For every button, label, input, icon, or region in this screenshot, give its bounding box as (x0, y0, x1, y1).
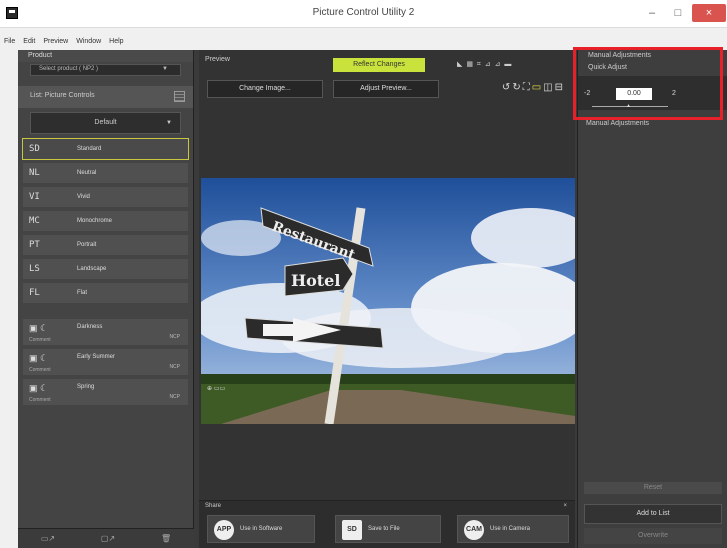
list-item-label: Neutral (77, 170, 97, 176)
custom-control-icon: ▣ ☾ (29, 383, 49, 393)
svg-text:⊕ ▭▭: ⊕ ▭▭ (207, 385, 225, 392)
share-close-icon[interactable]: × (563, 503, 567, 509)
list-item-label: Flat (77, 290, 88, 296)
preview-photo: Restaurant Hotel ⊕ ▭▭ (201, 178, 575, 424)
list-header: List: Picture Controls (18, 86, 193, 108)
custom-control-icon: ▣ ☾ (29, 353, 49, 363)
preview-panel: Preview Reflect Changes ◣ ▦ ⌗ ⊿ ⊿ ▬ Chan… (199, 50, 575, 548)
window-title: Picture Control Utility 2 (312, 7, 415, 18)
single-view-icon[interactable]: ▭ (532, 82, 543, 93)
save-to-file-button[interactable]: SD Save to File (335, 515, 441, 543)
list-item-label: Portrait (77, 242, 97, 248)
preview-toolbar: Change Image... Adjust Preview... ↺↻⛶▭◫⊟ (205, 80, 569, 98)
custom-control-darkness[interactable]: ▣ ☾ Comment Darkness NCP (22, 318, 189, 346)
left-footer: ▭↗ ▢↗ 🗑 (18, 528, 194, 548)
button-label: Use in Camera (490, 526, 531, 532)
vivid-icon: VI (29, 192, 40, 202)
sd-card-icon: SD (342, 520, 362, 540)
reset-button[interactable]: Reset (584, 482, 722, 494)
landscape-icon: LS (29, 264, 40, 274)
highlight-box (573, 47, 723, 120)
rotate-left-icon[interactable]: ↺ (502, 82, 512, 93)
custom-comment: Comment (29, 397, 51, 403)
use-in-camera-button[interactable]: CAM Use in Camera (457, 515, 569, 543)
picture-control-flat[interactable]: FL Flat (22, 282, 189, 304)
fit-icon[interactable]: ⛶ (523, 82, 532, 93)
menu-bar: File Edit Preview Window Help (0, 38, 200, 50)
share-label: Share (205, 503, 222, 509)
custom-comment: Comment (29, 337, 51, 343)
picture-control-landscape[interactable]: LS Landscape (22, 258, 189, 280)
maximize-button[interactable]: □ (666, 4, 690, 22)
picture-control-neutral[interactable]: NL Neutral (22, 162, 189, 184)
product-select-value: Select product ( NP2 ) (39, 66, 99, 72)
product-select[interactable]: Select product ( NP2 ) ▼ (30, 64, 181, 76)
view-mode-icons: ↺↻⛶▭◫⊟ (502, 82, 565, 93)
manual-adjustments-section[interactable]: Manual Adjustments (578, 120, 649, 127)
share-bar: Share × APP Use in Software SD Save to F… (199, 500, 575, 548)
split-view-icon[interactable]: ◫ (543, 82, 554, 93)
picture-control-standard[interactable]: SD Standard (22, 138, 189, 160)
add-to-list-button[interactable]: Add to List (584, 504, 722, 524)
default-select[interactable]: Default ▼ (30, 112, 181, 134)
menu-preview[interactable]: Preview (43, 38, 68, 50)
adjustments-panel: Manual Adjustments Quick Adjust -2 0.00 … (577, 50, 727, 548)
portrait-icon: PT (29, 240, 40, 250)
ncp-badge: NCP (169, 364, 180, 370)
adjust-preview-button[interactable]: Adjust Preview... (333, 80, 439, 98)
ncp-badge: NCP (169, 334, 180, 340)
copy-icon[interactable]: ▢↗ (101, 534, 115, 543)
list-item-label: Spring (77, 384, 95, 390)
title-bar: Picture Control Utility 2 – □ × (0, 0, 727, 28)
flat-icon: FL (29, 288, 40, 298)
monochrome-icon: MC (29, 216, 40, 226)
button-label: Use in Software (240, 526, 283, 532)
preview-header: Preview Reflect Changes ◣ ▦ ⌗ ⊿ ⊿ ▬ (199, 50, 575, 72)
menu-window[interactable]: Window (76, 38, 101, 50)
compare-view-icon[interactable]: ⊟ (555, 82, 565, 93)
custom-comment: Comment (29, 367, 51, 373)
close-button[interactable]: × (692, 4, 726, 22)
new-folder-icon[interactable]: ▭↗ (41, 534, 55, 543)
menu-help[interactable]: Help (109, 38, 123, 50)
list-item-label: Landscape (77, 266, 107, 272)
list-label: List: Picture Controls (30, 92, 95, 99)
left-panel: Product Select product ( NP2 ) ▼ List: P… (18, 50, 194, 548)
camera-icon: CAM (464, 520, 484, 540)
list-item-label: Darkness (77, 324, 103, 330)
menu-edit[interactable]: Edit (23, 38, 35, 50)
standard-icon: SD (29, 144, 40, 154)
neutral-icon: NL (29, 168, 40, 178)
picture-control-vivid[interactable]: VI Vivid (22, 186, 189, 208)
menu-file[interactable]: File (4, 38, 15, 50)
chevron-down-icon: ▼ (166, 120, 172, 126)
app-icon: APP (214, 520, 234, 540)
list-item-label: Monochrome (77, 218, 113, 224)
minimize-button[interactable]: – (640, 4, 664, 22)
picture-control-portrait[interactable]: PT Portrait (22, 234, 189, 256)
custom-control-early-summer[interactable]: ▣ ☾ Comment Early Summer NCP (22, 348, 189, 376)
ncp-badge: NCP (169, 394, 180, 400)
product-label: Product (18, 50, 193, 62)
change-image-button[interactable]: Change Image... (207, 80, 323, 98)
list-item-label: Standard (77, 146, 102, 152)
list-item-label: Early Summer (77, 354, 116, 360)
custom-control-spring[interactable]: ▣ ☾ Comment Spring NCP (22, 378, 189, 406)
sign-text: Hotel (291, 271, 340, 290)
list-view-icon[interactable] (174, 91, 185, 102)
custom-control-icon: ▣ ☾ (29, 323, 49, 333)
picture-control-monochrome[interactable]: MC Monochrome (22, 210, 189, 232)
chevron-down-icon: ▼ (162, 66, 168, 72)
overwrite-button[interactable]: Overwrite (584, 528, 722, 544)
use-in-software-button[interactable]: APP Use in Software (207, 515, 315, 543)
list-item-label: Vivid (77, 194, 90, 200)
trash-icon[interactable]: 🗑 (161, 534, 171, 543)
histogram-icon[interactable]: ◣ ▦ ⌗ ⊿ ⊿ ▬ (457, 60, 512, 69)
preview-label: Preview (205, 56, 230, 63)
rotate-right-icon[interactable]: ↻ (512, 82, 522, 93)
default-select-value: Default (94, 119, 117, 126)
button-label: Save to File (368, 526, 400, 532)
preview-image: Restaurant Hotel ⊕ ▭▭ (201, 178, 575, 424)
reflect-changes-button[interactable]: Reflect Changes (333, 58, 425, 72)
